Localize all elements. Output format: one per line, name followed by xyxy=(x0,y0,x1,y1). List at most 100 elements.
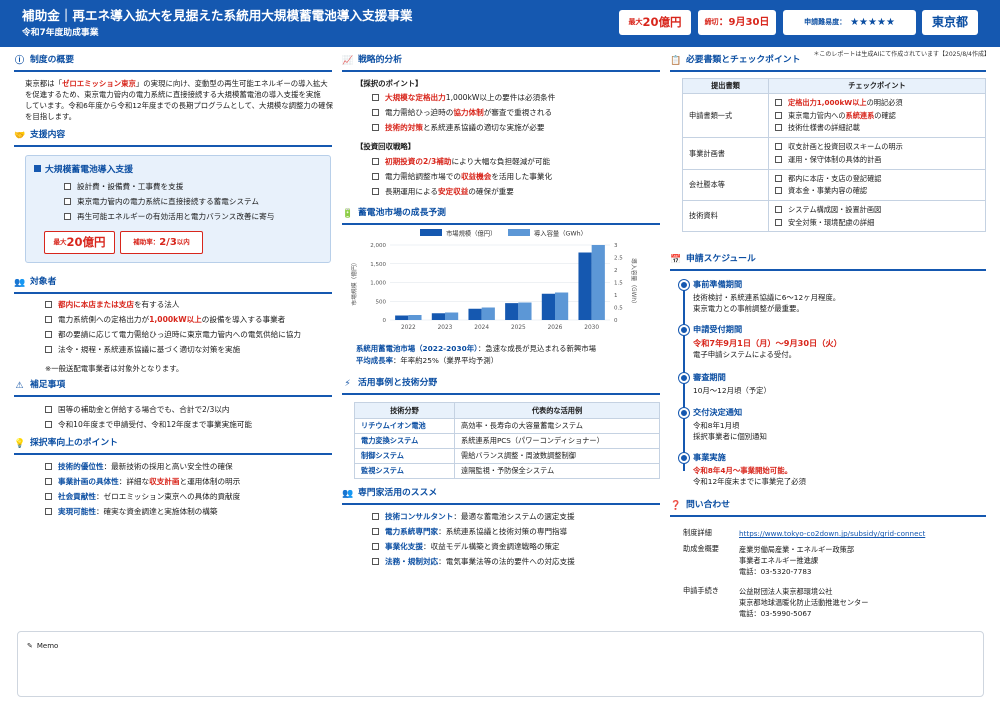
list-item: 社会貢献性：ゼロエミッション東京への具体的貢献度 xyxy=(45,492,240,502)
document-icon: 📋 xyxy=(670,56,682,66)
y2-axis-label: 導入容量（GWh） xyxy=(630,258,638,307)
users-icon: 👥 xyxy=(14,278,26,288)
target-section-title: 👥 対象者 xyxy=(14,277,57,288)
timeline-head: 審査期間 xyxy=(693,372,726,382)
contact-section-title: ❓ 問い合わせ xyxy=(670,500,730,511)
page-title: 補助金｜再エネ導入拡大を見据えた系統用大規模蓄電池導入支援事業 xyxy=(22,8,413,23)
bar-capacity xyxy=(518,302,532,320)
bar-capacity xyxy=(481,307,495,320)
tips-section-title: 💡 採択率向上のポイント xyxy=(14,438,118,449)
max-amount-badge: 最大 20億円 xyxy=(619,10,691,35)
target-note: ※一般送配電事業者は対象外となります。 xyxy=(45,364,184,373)
chart-line-icon: 📈 xyxy=(342,56,354,66)
timeline-body: 技術検討・系統連系協議に6〜12ヶ月程度。 東京電力との事前調整が最重要。 xyxy=(693,293,841,314)
y-tick-label: 2,000 xyxy=(370,243,386,249)
support-list: 設計費・設備費・工事費を支援 東京電力管内の電力系統に直接接続する蓄電システム … xyxy=(64,182,274,227)
timeline-head: 事業実施 xyxy=(693,452,726,462)
strategy-section-title: 📈 戦略的分析 xyxy=(342,55,402,66)
y2-tick-label: 3 xyxy=(614,243,618,249)
header-bar: 補助金｜再エネ導入拡大を見据えた系統用大規模蓄電池導入支援事業 令和7年度助成事… xyxy=(0,0,1000,47)
contact-value: 公益財団法人東京都環境公社 東京都地球温暖化防止活動推進センター 電話：03-599… xyxy=(739,587,869,619)
y-axis-label: 市場規模（億円） xyxy=(350,259,358,305)
table-row: 技術資料 システム構成図・設置計画図 安全対策・環境配慮の詳細 xyxy=(682,200,986,233)
list-item: 電力需給調整市場での収益機会を活用した事業化 xyxy=(372,172,552,182)
invest-list: 初期投資の2/3補助により大幅な負担軽減が可能 電力需給調整市場での収益機会を活… xyxy=(372,157,552,202)
tips-list: 技術的優位性：最新技術の採用と高い安全性の確保 事業計画の具体性：詳細な収支計画… xyxy=(45,462,240,521)
table-row: 申請書類一式 定格出力1,000kW以上の明記必須 東京電力管内への系統連系の確… xyxy=(682,92,986,139)
y2-tick-label: 2.5 xyxy=(614,256,623,262)
pencil-icon: ✎ xyxy=(27,642,33,650)
support-max-badge: 最大 20億円 xyxy=(44,231,115,254)
table-row: 制御システム 需給バランス調整・周波数調整制御 xyxy=(354,448,660,464)
table-row: 事業計画書 収支計画と投資回収スキームの明示 運用・保守体制の具体的計画 xyxy=(682,137,986,170)
timeline-head: 申請受付期間 xyxy=(693,324,743,334)
divider xyxy=(670,70,986,72)
timeline-dot xyxy=(679,325,689,335)
timeline-dot xyxy=(679,453,689,463)
bar-market xyxy=(505,303,519,320)
y2-tick-label: 0 xyxy=(614,318,618,324)
list-item: 再生可能エネルギーの有効活用と電力バランス改善に寄与 xyxy=(64,212,274,222)
table-row: 会社謄本等 都内に本店・支店の登記確認 資本金・事業内容の確認 xyxy=(682,168,986,202)
memo-box[interactable]: ✎ Memo xyxy=(17,631,984,697)
memo-label: ✎ Memo xyxy=(27,642,59,650)
list-item: 国等の補助金と併給する場合でも、合計で2/3以内 xyxy=(45,405,252,415)
list-item: 技術的優位性：最新技術の採用と高い安全性の確保 xyxy=(45,462,240,472)
timeline-body: 令和8年4月〜事業開始可能。 令和12年度末までに事業完了必須 xyxy=(693,466,806,487)
list-item: 令和10年度まで申請受付、令和12年度まで事業実施可能 xyxy=(45,420,252,430)
contact-link[interactable]: https://www.tokyo-co2down.jp/subsidy/gri… xyxy=(739,528,925,539)
list-item: 電力系統専門家：系統連系協議と技術対策の専門指導 xyxy=(372,527,575,537)
calendar-icon: 📅 xyxy=(670,255,682,265)
divider xyxy=(670,515,986,517)
battery-icon: 🔋 xyxy=(342,209,354,219)
divider xyxy=(342,70,660,72)
list-item: 大規模な定格出力1,000kW以上の要件は必須条件 xyxy=(372,93,555,103)
divider xyxy=(14,395,332,397)
y-tick-label: 1,000 xyxy=(370,281,386,287)
list-item: 定格出力1,000kW以上の明記必須 xyxy=(775,98,979,108)
bar-capacity xyxy=(591,245,605,320)
support-rate-badge: 補助率： 2/3 以内 xyxy=(120,231,203,254)
market-chart: 市場規模（億円） 導入容量（GWh） 0 500 1,000 1,500 2,000 0 0.5… xyxy=(350,229,638,332)
list-item: 運用・保守体制の具体的計画 xyxy=(775,155,979,165)
supplement-list: 国等の補助金と併給する場合でも、合計で2/3以内 令和10年度まで申請受付、令和… xyxy=(45,405,252,435)
adopt-heading: 【採択のポイント】 xyxy=(356,79,423,88)
schedule-section-title: 📅 申請スケジュール xyxy=(670,254,756,265)
contact-label: 制度詳細 xyxy=(683,528,712,537)
list-item: 都内に本店・支店の登記確認 xyxy=(775,174,979,184)
list-item: 法務・規制対応：電気事業法等の法的要件への対応支援 xyxy=(372,557,575,567)
warning-icon: ⚠ xyxy=(15,381,24,391)
table-row: 監視システム 遠隔監視・予防保全システム xyxy=(354,463,660,479)
bar-market xyxy=(431,313,445,320)
invest-heading: 【投資回収戦略】 xyxy=(356,142,416,151)
x-tick-label: 2026 xyxy=(548,325,563,331)
timeline-head: 交付決定通知 xyxy=(693,407,743,417)
list-item: 技術コンサルタント：最適な蓄電池システムの選定支援 xyxy=(372,512,575,522)
deadline-badge: 締切 ：9月30日 xyxy=(698,10,776,35)
star-icon: ★★★★★ xyxy=(850,16,895,28)
list-item: 東京電力管内の電力系統に直接接続する蓄電システム xyxy=(64,197,274,207)
timeline-dot xyxy=(679,373,689,383)
ai-note: ＊このレポートは生成AIにて作成されています【2025/8/4作成】 xyxy=(813,51,990,58)
divider xyxy=(14,453,332,455)
y-tick-label: 0 xyxy=(383,318,387,324)
target-list: 都内に本店または支店を有する法人 電力系統側への定格出力が1,000kW以上の設… xyxy=(45,300,301,359)
timeline-dot xyxy=(679,280,689,290)
support-section-title: 🤝 支援内容 xyxy=(14,130,66,141)
supplement-section-title: ⚠ 補足事項 xyxy=(15,380,66,391)
legend-swatch xyxy=(508,229,530,236)
bar-market xyxy=(578,252,592,320)
experts-list: 技術コンサルタント：最適な蓄電池システムの選定支援 電力系統専門家：系統連系協議… xyxy=(372,512,575,571)
list-item: 都の要請に応じて電力需給ひっ迫時に東京電力管内への電気供給に協力 xyxy=(45,330,301,340)
list-item: 長期運用による安定収益の確保が重要 xyxy=(372,187,552,197)
legend-label: 市場規模（億円） xyxy=(446,229,496,238)
bar-market xyxy=(541,293,555,320)
check-list: 定格出力1,000kW以上の明記必須 東京電力管内への系統連系の確認 技術仕様書… xyxy=(775,98,979,133)
bar-capacity xyxy=(555,292,569,320)
difficulty-badge: 申請難易度： ★★★★★ xyxy=(783,10,916,35)
market-caption: 系統用蓄電池市場（2022-2030年）：急速な成長が見込まれる新興市場 xyxy=(356,344,597,353)
list-item: 事業化支援：収益モデル構築と資金調達戦略の策定 xyxy=(372,542,575,552)
people-icon: 👥 xyxy=(342,489,354,499)
question-icon: ❓ xyxy=(670,501,682,511)
experts-section-title: 👥 専門家活用のススメ xyxy=(342,488,438,499)
